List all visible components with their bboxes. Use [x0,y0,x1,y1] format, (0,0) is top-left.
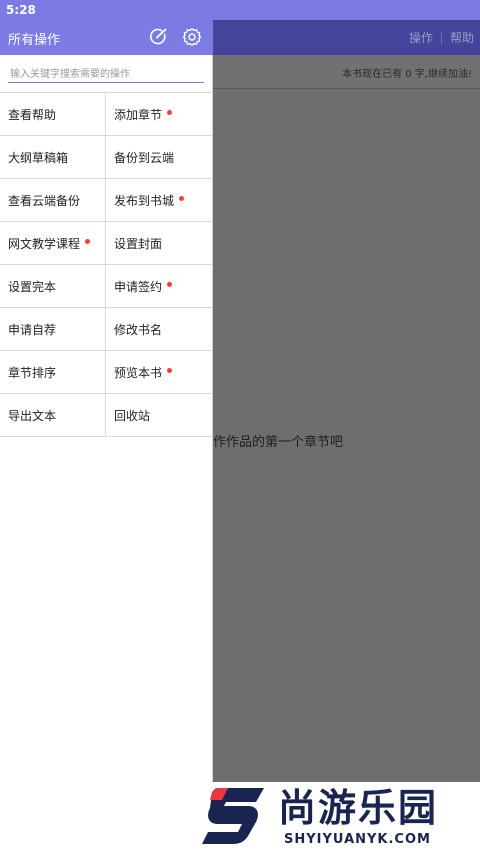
new-badge-dot [179,196,185,201]
operations-grid: 查看帮助 添加章节 大纲草稿箱 备份到云端 查看云端备份 发布到书城 网文教学课… [0,93,212,437]
grid-row: 查看云端备份 发布到书城 [0,179,212,222]
watermark-logo-icon [202,788,264,844]
empty-chapter-hint: 作作品的第一个章节吧 [213,435,344,450]
word-count-text: 本书现在已有 0 字,继续加油! [342,69,472,80]
set-finished-item[interactable]: 设置完本 [0,265,106,308]
outline-drafts-item[interactable]: 大纲草稿箱 [0,136,106,179]
grid-row: 申请自荐 修改书名 [0,308,212,351]
grid-row: 网文教学课程 设置封面 [0,222,212,265]
grid-row: 大纲草稿箱 备份到云端 [0,136,212,179]
set-cover-item[interactable]: 设置封面 [106,222,212,265]
grid-row: 章节排序 预览本书 [0,351,212,394]
apply-contract-item[interactable]: 申请签约 [106,265,212,308]
new-badge-dot [85,239,91,244]
operations-menu[interactable]: 操作 [409,29,433,46]
export-text-item[interactable]: 导出文本 [0,394,106,437]
publish-store-item[interactable]: 发布到书城 [106,179,212,222]
help-menu[interactable]: 帮助 [450,29,474,46]
view-cloud-backup-item[interactable]: 查看云端备份 [0,179,106,222]
drawer-header: 所有操作 [0,20,213,55]
writing-course-item[interactable]: 网文教学课程 [0,222,106,265]
add-chapter-item[interactable]: 添加章节 [106,93,212,136]
preview-book-item[interactable]: 预览本书 [106,351,212,394]
watermark-name-cn: 尚游乐园 [278,786,439,830]
operations-drawer: 所有操作 查看帮助 添加章节 大纲草稿箱 备份到云端 查看云端备份 发布 [0,20,213,782]
chapter-sort-item[interactable]: 章节排序 [0,351,106,394]
recycle-bin-item[interactable]: 回收站 [106,394,212,437]
new-badge-dot [167,368,173,373]
divider [440,30,442,45]
search-bar [0,55,213,93]
grid-row: 设置完本 申请签约 [0,265,212,308]
rename-book-item[interactable]: 修改书名 [106,308,212,351]
edit-check-icon[interactable] [148,26,170,48]
watermark-name-en: SHYIYUANYK.COM [284,832,431,847]
grid-row: 导出文本 回收站 [0,394,212,437]
search-input[interactable] [8,67,204,83]
view-help-item[interactable]: 查看帮助 [0,93,106,136]
new-badge-dot [167,282,173,287]
settings-gear-icon[interactable] [181,26,203,48]
backup-cloud-item[interactable]: 备份到云端 [106,136,212,179]
watermark: 尚游乐园 SHYIYUANYK.COM [0,782,480,853]
new-badge-dot [167,110,173,115]
status-time: 5:28 [6,3,36,17]
grid-row: 查看帮助 添加章节 [0,93,212,136]
apply-recommend-item[interactable]: 申请自荐 [0,308,106,351]
drawer-title: 所有操作 [8,33,61,48]
status-bar: 5:28 [0,0,480,20]
